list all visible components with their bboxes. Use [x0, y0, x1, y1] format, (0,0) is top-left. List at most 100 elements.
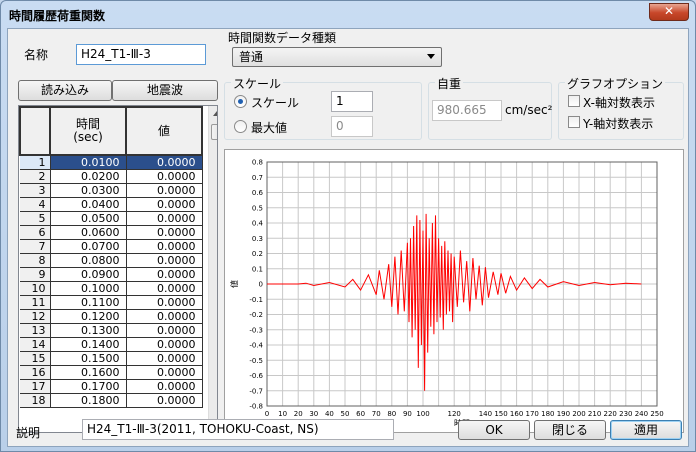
value-cell[interactable]: 0.0000: [126, 393, 203, 408]
row-number-cell[interactable]: 14: [20, 337, 51, 352]
description-input[interactable]: H24_T1-Ⅲ-3(2011, TOHOKU-Coast, NS): [82, 419, 394, 440]
row-number-cell[interactable]: 13: [20, 323, 51, 338]
time-cell[interactable]: 0.1000: [50, 281, 127, 296]
row-number-cell[interactable]: 1: [20, 155, 51, 170]
value-cell[interactable]: 0.0000: [126, 309, 203, 324]
x-tick-label: 170: [526, 410, 539, 418]
value-cell[interactable]: 0.0000: [126, 183, 203, 198]
time-cell[interactable]: 0.0800: [50, 253, 127, 268]
table-row[interactable]: 10 0.1000 0.0000: [20, 281, 203, 296]
table-row[interactable]: 6 0.0600 0.0000: [20, 225, 203, 240]
table-row[interactable]: 13 0.1300 0.0000: [20, 323, 203, 338]
row-number-cell[interactable]: 9: [20, 267, 51, 282]
function-type-select[interactable]: 普通: [232, 47, 442, 67]
table-row[interactable]: 11 0.1100 0.0000: [20, 295, 203, 310]
row-number-cell[interactable]: 7: [20, 239, 51, 254]
row-number-cell[interactable]: 11: [20, 295, 51, 310]
value-cell[interactable]: 0.0000: [126, 197, 203, 212]
scale-radio[interactable]: [234, 95, 247, 108]
value-cell[interactable]: 0.0000: [126, 281, 203, 296]
y-log-label: Y-軸対数表示: [583, 117, 654, 131]
scroll-up-icon[interactable]: [213, 111, 217, 116]
table-row[interactable]: 2 0.0200 0.0000: [20, 169, 203, 184]
close-button[interactable]: 閉じる: [534, 420, 606, 440]
time-cell[interactable]: 0.0400: [50, 197, 127, 212]
value-cell[interactable]: 0.0000: [126, 239, 203, 254]
ok-button[interactable]: OK: [458, 420, 530, 440]
close-window-button[interactable]: ✕: [649, 3, 689, 21]
table-row[interactable]: 8 0.0800 0.0000: [20, 253, 203, 268]
title-bar[interactable]: 時間履歴荷重関数 ✕: [1, 1, 695, 27]
time-cell[interactable]: 0.0200: [50, 169, 127, 184]
time-cell[interactable]: 0.1500: [50, 351, 127, 366]
time-cell[interactable]: 0.0600: [50, 225, 127, 240]
gravity-input[interactable]: 980.665: [432, 100, 502, 121]
table-row[interactable]: 4 0.0400 0.0000: [20, 197, 203, 212]
value-cell[interactable]: 0.0000: [126, 337, 203, 352]
time-cell[interactable]: 0.1700: [50, 379, 127, 394]
max-radio[interactable]: [234, 120, 247, 133]
scale-input[interactable]: 1: [331, 91, 373, 112]
scrollbar-thumb[interactable]: [211, 124, 217, 140]
value-cell[interactable]: 0.0000: [126, 379, 203, 394]
time-cell[interactable]: 0.1400: [50, 337, 127, 352]
value-column-header[interactable]: 値: [125, 106, 203, 156]
row-number-cell[interactable]: 2: [20, 169, 51, 184]
value-cell[interactable]: 0.0000: [126, 295, 203, 310]
table-row[interactable]: 12 0.1200 0.0000: [20, 309, 203, 324]
value-cell[interactable]: 0.0000: [126, 323, 203, 338]
value-cell[interactable]: 0.0000: [126, 211, 203, 226]
value-cell[interactable]: 0.0000: [126, 253, 203, 268]
value-cell[interactable]: 0.0000: [126, 365, 203, 380]
name-input[interactable]: H24_T1-Ⅲ-3: [76, 44, 206, 65]
time-cell[interactable]: 0.0100: [50, 155, 127, 170]
x-tick-label: 120: [448, 410, 461, 418]
table-row[interactable]: 15 0.1500 0.0000: [20, 351, 203, 366]
time-cell[interactable]: 0.1200: [50, 309, 127, 324]
time-cell[interactable]: 0.1100: [50, 295, 127, 310]
table-row[interactable]: 7 0.0700 0.0000: [20, 239, 203, 254]
table-row[interactable]: 3 0.0300 0.0000: [20, 183, 203, 198]
time-cell[interactable]: 0.1300: [50, 323, 127, 338]
row-number-cell[interactable]: 18: [20, 393, 51, 408]
table-row[interactable]: 5 0.0500 0.0000: [20, 211, 203, 226]
row-number-cell[interactable]: 4: [20, 197, 51, 212]
time-cell[interactable]: 0.0900: [50, 267, 127, 282]
time-column-header[interactable]: 時間 (sec): [49, 106, 127, 156]
row-number-cell[interactable]: 8: [20, 253, 51, 268]
value-cell[interactable]: 0.0000: [126, 155, 203, 170]
x-tick-label: 10: [278, 410, 287, 418]
value-cell[interactable]: 0.0000: [126, 225, 203, 240]
row-number-cell[interactable]: 10: [20, 281, 51, 296]
row-number-cell[interactable]: 5: [20, 211, 51, 226]
table-row[interactable]: 14 0.1400 0.0000: [20, 337, 203, 352]
load-button[interactable]: 読み込み: [18, 80, 112, 101]
table-row[interactable]: 1 0.0100 0.0000: [20, 155, 203, 170]
earthquake-button[interactable]: 地震波: [112, 80, 218, 101]
data-grid[interactable]: 時間 (sec) 値 1 0.0100 0.0000 2 0.0200 0.0000 3 0.…: [18, 105, 218, 433]
table-row[interactable]: 18 0.1800 0.0000: [20, 393, 203, 408]
table-row[interactable]: 17 0.1700 0.0000: [20, 379, 203, 394]
x-log-checkbox[interactable]: [568, 95, 580, 107]
value-cell[interactable]: 0.0000: [126, 169, 203, 184]
time-cell[interactable]: 0.1600: [50, 365, 127, 380]
row-number-cell[interactable]: 12: [20, 309, 51, 324]
row-number-cell[interactable]: 16: [20, 365, 51, 380]
row-number-cell[interactable]: 17: [20, 379, 51, 394]
row-number-cell[interactable]: 15: [20, 351, 51, 366]
value-cell[interactable]: 0.0000: [126, 267, 203, 282]
row-number-cell[interactable]: 3: [20, 183, 51, 198]
time-cell[interactable]: 0.0300: [50, 183, 127, 198]
row-number-cell[interactable]: 6: [20, 225, 51, 240]
time-cell[interactable]: 0.0700: [50, 239, 127, 254]
y-tick-label: -0.3: [249, 326, 263, 334]
time-cell[interactable]: 0.1800: [50, 393, 127, 408]
table-row[interactable]: 9 0.0900 0.0000: [20, 267, 203, 282]
value-cell[interactable]: 0.0000: [126, 351, 203, 366]
vertical-scrollbar[interactable]: [208, 106, 217, 432]
time-cell[interactable]: 0.0500: [50, 211, 127, 226]
max-input[interactable]: 0: [331, 116, 373, 137]
table-row[interactable]: 16 0.1600 0.0000: [20, 365, 203, 380]
apply-button[interactable]: 適用: [610, 420, 682, 440]
y-log-checkbox[interactable]: [568, 116, 580, 128]
